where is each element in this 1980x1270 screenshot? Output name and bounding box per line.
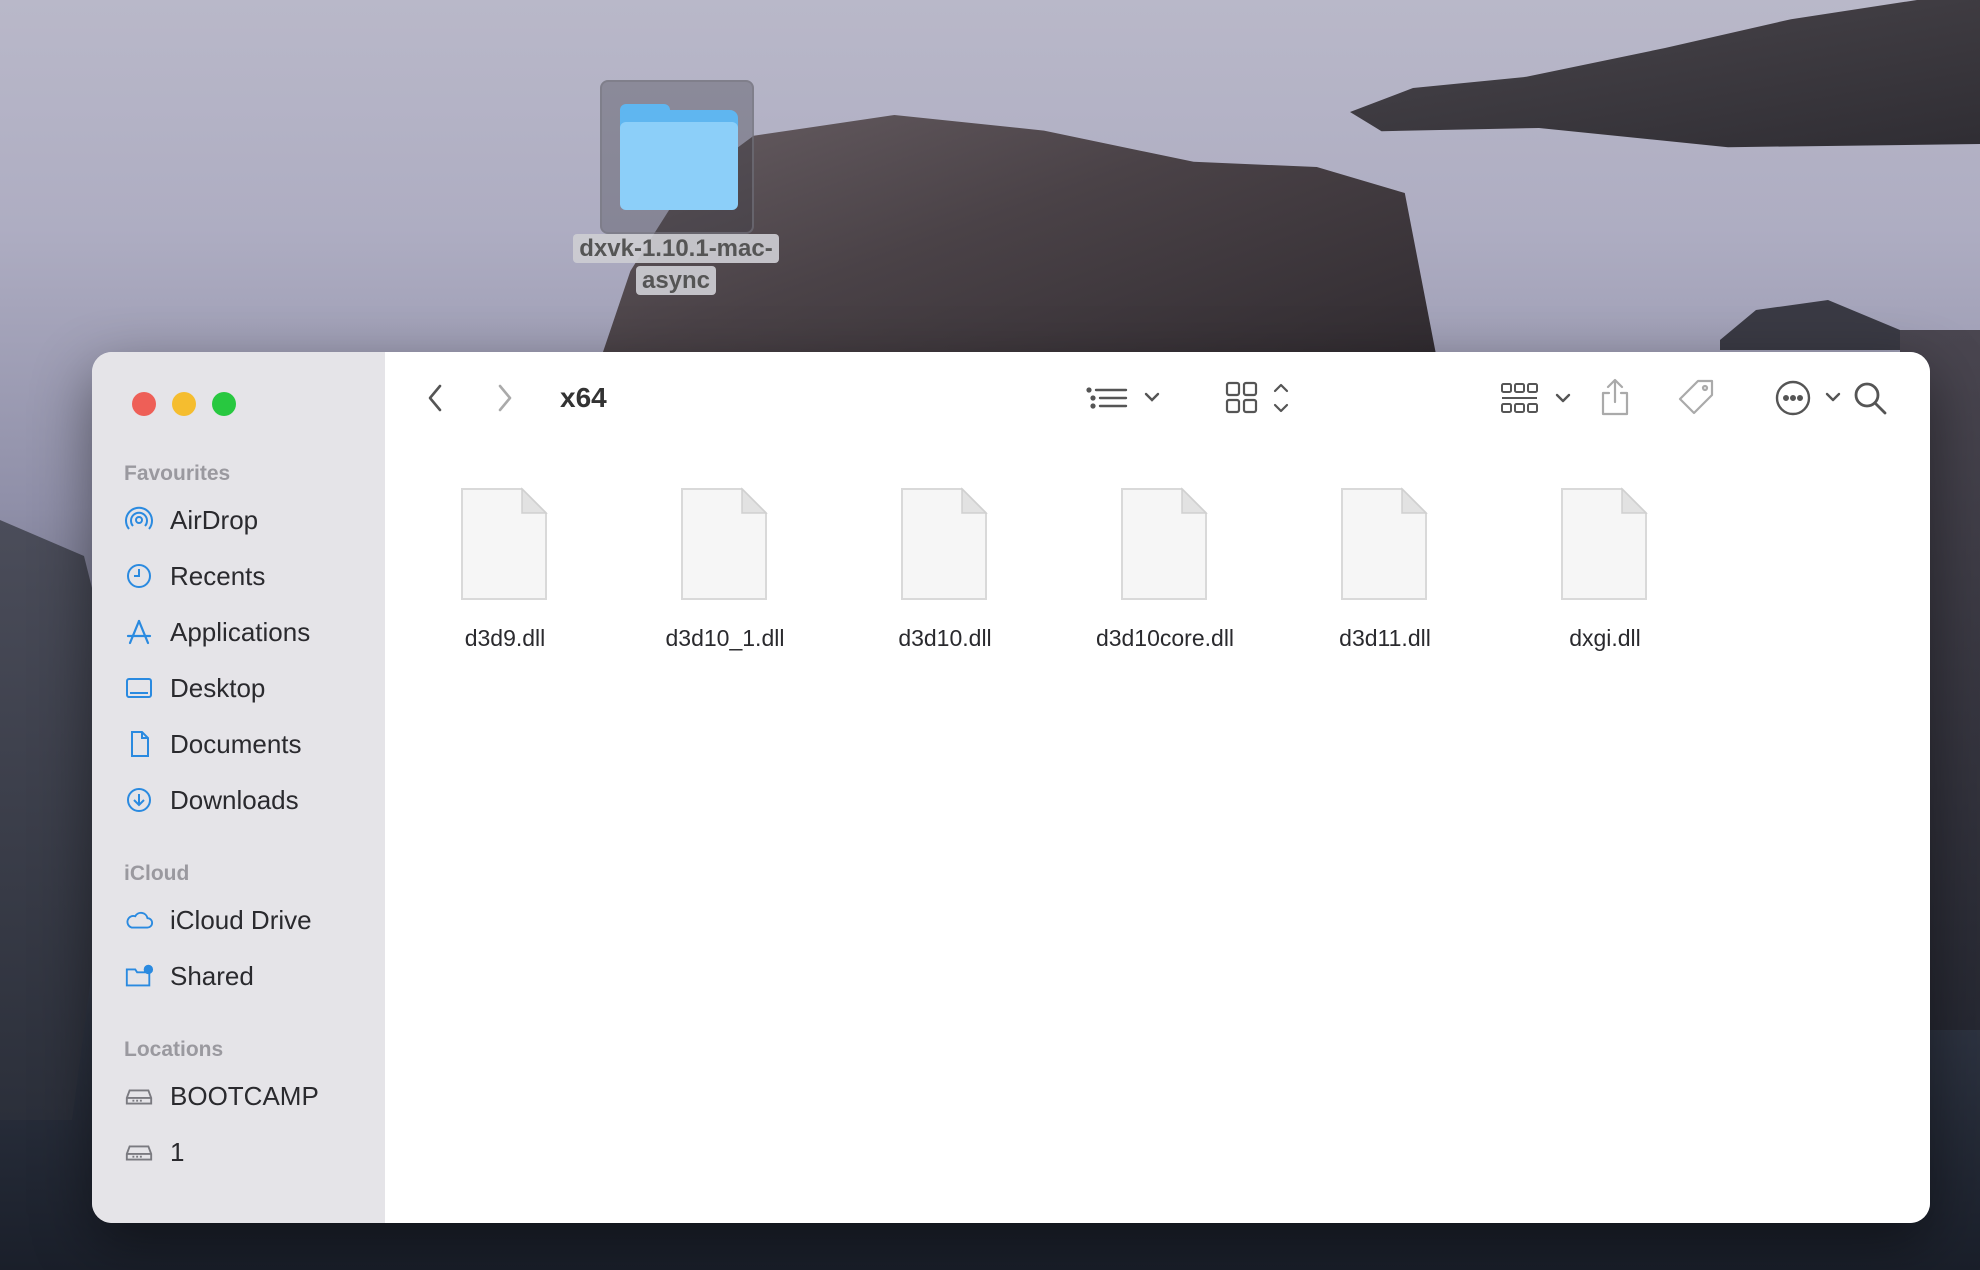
chevron-right-icon [495, 382, 515, 419]
zoom-button[interactable] [212, 392, 236, 416]
sidebar-item-documents[interactable]: Documents [124, 724, 374, 764]
list-icon [1085, 382, 1165, 419]
sidebar-item-airdrop[interactable]: AirDrop [124, 500, 374, 540]
sidebar-item-label: Desktop [170, 672, 266, 703]
document-icon [124, 729, 154, 759]
sidebar-heading-locations: Locations [124, 1038, 224, 1061]
sidebar-item-label: 1 [170, 1136, 185, 1167]
file-name: d3d10_1.dll [665, 625, 785, 651]
background-rock [1720, 300, 1900, 350]
sidebar-item-label: Shared [170, 960, 254, 991]
sidebar-item-icloud-drive[interactable]: iCloud Drive [124, 900, 374, 940]
applications-icon [124, 617, 154, 647]
window-title: x64 [560, 382, 607, 413]
airdrop-icon [124, 505, 154, 535]
file-name: d3d9.dll [464, 625, 546, 651]
sidebar-item-label: iCloud Drive [170, 904, 312, 935]
background-rock [1350, 0, 1980, 148]
back-button[interactable] [415, 380, 455, 420]
group-button[interactable] [1500, 378, 1576, 422]
list-view-button[interactable] [1085, 380, 1165, 420]
drive-icon [124, 1137, 154, 1167]
sidebar-item-shared[interactable]: Shared [124, 956, 374, 996]
minimize-button[interactable] [172, 392, 196, 416]
chevron-left-icon [425, 382, 445, 419]
share-button[interactable] [1595, 376, 1635, 422]
share-icon [1598, 376, 1632, 423]
sidebar-item-recents[interactable]: Recents [124, 556, 374, 596]
file-name: d3d10core.dll [1095, 625, 1235, 651]
search-button[interactable] [1848, 378, 1892, 422]
desktop-icon [124, 673, 154, 703]
sidebar-heading-favourites: Favourites [124, 462, 231, 485]
sidebar-item-label: BOOTCAMP [170, 1080, 319, 1111]
sidebar-item-label: Applications [170, 616, 311, 647]
sidebar-item-label: Documents [170, 728, 302, 759]
tag-button[interactable] [1675, 378, 1719, 422]
desktop-folder-icon[interactable] [600, 80, 754, 234]
ellipsis-circle-icon [1775, 378, 1851, 423]
sidebar-item-drive-1[interactable]: 1 [124, 1132, 374, 1172]
sidebar-item-downloads[interactable]: Downloads [124, 780, 374, 820]
desktop-folder-label[interactable]: dxvk-1.10.1-mac-async [566, 233, 786, 297]
sidebar-item-label: Downloads [170, 784, 299, 815]
search-icon [1852, 380, 1888, 421]
clock-icon [124, 561, 154, 591]
file-name: d3d11.dll [1339, 625, 1431, 651]
grid-icon [1225, 378, 1295, 423]
document-file-icon [680, 487, 768, 601]
sidebar-item-desktop[interactable]: Desktop [124, 668, 374, 708]
group-icon [1500, 378, 1576, 423]
content-area: x64 d3d9.dll d3d10_1.dll d3d10.dll d3d10… [385, 352, 1930, 1223]
document-file-icon [1120, 487, 1208, 601]
sidebar-item-label: Recents [170, 560, 266, 591]
document-file-icon [900, 487, 988, 601]
forward-button[interactable] [485, 380, 525, 420]
document-file-icon [1560, 487, 1648, 601]
sidebar-item-label: AirDrop [170, 504, 259, 535]
document-file-icon [1340, 487, 1428, 601]
more-actions-button[interactable] [1775, 378, 1851, 422]
sidebar-item-applications[interactable]: Applications [124, 612, 374, 652]
download-icon [124, 785, 154, 815]
file-name: dxgi.dll [1569, 625, 1641, 651]
file-name: d3d10.dll [898, 625, 992, 651]
sidebar-heading-icloud: iCloud [124, 862, 190, 885]
close-button[interactable] [132, 392, 156, 416]
icon-view-button[interactable] [1225, 378, 1295, 422]
sidebar: Favourites AirDrop Recents Applications … [92, 352, 386, 1223]
drive-icon [124, 1081, 154, 1111]
finder-window: Favourites AirDrop Recents Applications … [92, 352, 1930, 1223]
sidebar-item-bootcamp[interactable]: BOOTCAMP [124, 1076, 374, 1116]
shared-folder-icon [124, 961, 154, 991]
tag-icon [1676, 377, 1718, 424]
cloud-icon [124, 905, 154, 935]
document-file-icon [460, 487, 548, 601]
